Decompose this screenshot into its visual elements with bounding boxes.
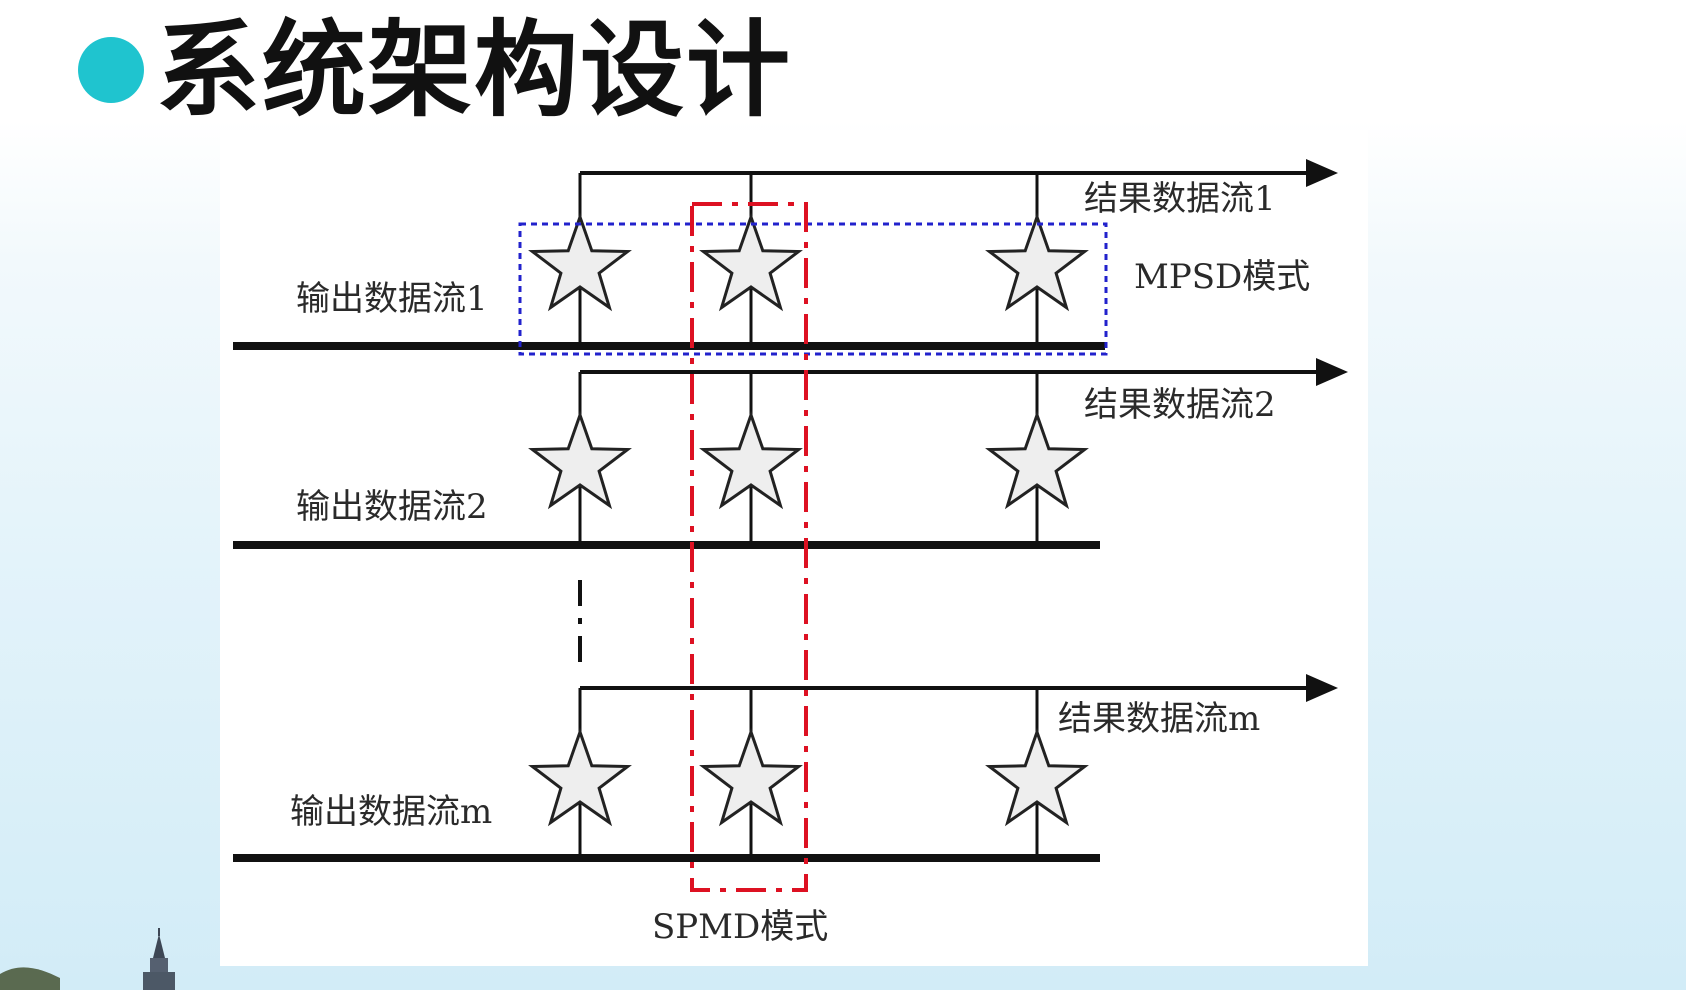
title-row: 系统架构设计 xyxy=(78,10,792,130)
spmd-label: SPMD模式 xyxy=(652,907,828,947)
row-m: 输出数据流m 结果数据流m xyxy=(233,674,1338,862)
arrow-head-icon xyxy=(1306,159,1338,187)
tower-decoration-icon xyxy=(0,928,175,990)
input-stream-label-2: 输出数据流2 xyxy=(296,487,488,527)
result-stream-label-m: 结果数据流m xyxy=(1058,699,1260,739)
architecture-diagram: 输出数据流1 结果数据流1 输出数据流2 结果数据流2 输出数据流m 结果数据流… xyxy=(220,130,1368,966)
arrow-head-icon xyxy=(1316,358,1348,386)
arrow-head-icon xyxy=(1306,674,1338,702)
diagram-canvas: 输出数据流1 结果数据流1 输出数据流2 结果数据流2 输出数据流m 结果数据流… xyxy=(233,159,1348,947)
input-stream-label-1: 输出数据流1 xyxy=(296,279,488,319)
row-2: 输出数据流2 结果数据流2 xyxy=(233,358,1348,549)
input-stream-label-m: 输出数据流m xyxy=(290,792,492,832)
mpsd-label: MPSD模式 xyxy=(1134,257,1310,297)
result-stream-label-1: 结果数据流1 xyxy=(1084,179,1276,219)
slide-title: 系统架构设计 xyxy=(156,9,793,131)
title-bullet-icon xyxy=(78,37,144,103)
row-1: 输出数据流1 结果数据流1 xyxy=(233,159,1338,350)
result-stream-label-2: 结果数据流2 xyxy=(1084,385,1276,425)
